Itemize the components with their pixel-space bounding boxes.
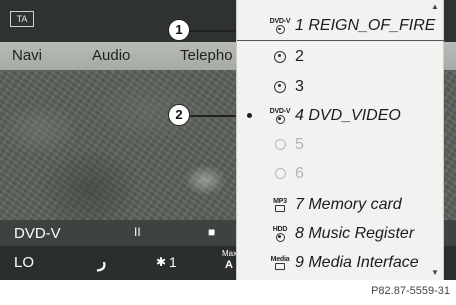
list-item-7[interactable]: MP3 7 Memory card	[237, 190, 445, 219]
memory-card-icon: MP3	[265, 190, 295, 219]
left-temperature: LO	[14, 254, 35, 271]
current-disc-bullet	[247, 113, 252, 118]
list-item-label: 1 REIGN_OF_FIRE	[295, 17, 436, 34]
list-item-label: 3	[295, 77, 304, 95]
list-item-8[interactable]: HDD 8 Music Register	[237, 219, 445, 248]
figure-caption: P82.87-5559-31	[371, 285, 450, 297]
list-item-label: 4 DVD_VIDEO	[295, 106, 401, 124]
auto-label: A	[225, 259, 233, 271]
list-item-label: 5	[295, 135, 304, 153]
menu-item-audio[interactable]: Audio	[92, 47, 130, 64]
list-item-2[interactable]: 2	[237, 42, 445, 71]
callout-1: 1	[168, 19, 190, 41]
max-label: Max	[222, 249, 238, 258]
fan-icon[interactable]: ✱	[156, 255, 166, 269]
empty-slot-icon	[265, 159, 295, 188]
list-item-9[interactable]: Media 9 Media Interface	[237, 248, 445, 277]
list-item-5[interactable]: 5	[237, 130, 445, 159]
disc-icon	[265, 72, 295, 101]
stop-icon[interactable]: ■	[208, 225, 215, 239]
list-item-3[interactable]: 3	[237, 72, 445, 101]
pause-icon[interactable]: II	[134, 225, 141, 239]
scroll-up-icon[interactable]: ▲	[431, 2, 439, 11]
list-item-label: 9 Media Interface	[295, 253, 419, 271]
menu-item-navi[interactable]: Navi	[12, 47, 42, 64]
dvd-disc-icon: DVD-V	[265, 101, 295, 130]
dvd-disc-icon: DVD-V	[265, 12, 295, 41]
scroll-down-icon[interactable]: ▼	[431, 268, 439, 277]
seat-heater-icon[interactable]: ر	[98, 252, 106, 272]
list-item-label: 2	[295, 47, 304, 65]
source-label: DVD-V	[14, 225, 61, 242]
media-interface-icon: Media	[265, 248, 295, 277]
list-item-1[interactable]: DVD-V 1 REIGN_OF_FIRE	[237, 12, 445, 41]
disc-selection-list: ▲ DVD-V 1 REIGN_OF_FIRE 2 3 DVD-V 4 DVD_…	[236, 0, 445, 280]
list-item-label: 8 Music Register	[295, 224, 415, 242]
list-item-6[interactable]: 6	[237, 159, 445, 188]
menu-item-telephone[interactable]: Telepho	[180, 47, 233, 64]
hdd-icon: HDD	[265, 219, 295, 248]
list-item-4[interactable]: DVD-V 4 DVD_VIDEO	[237, 101, 445, 130]
list-item-label: 6	[295, 164, 304, 182]
disc-icon	[265, 42, 295, 71]
ta-badge: TA	[10, 11, 34, 27]
callout-2-line	[190, 115, 242, 117]
list-item-label: 7 Memory card	[295, 195, 402, 213]
fan-speed: 1	[169, 254, 177, 270]
empty-slot-icon	[265, 130, 295, 159]
callout-2: 2	[168, 104, 190, 126]
